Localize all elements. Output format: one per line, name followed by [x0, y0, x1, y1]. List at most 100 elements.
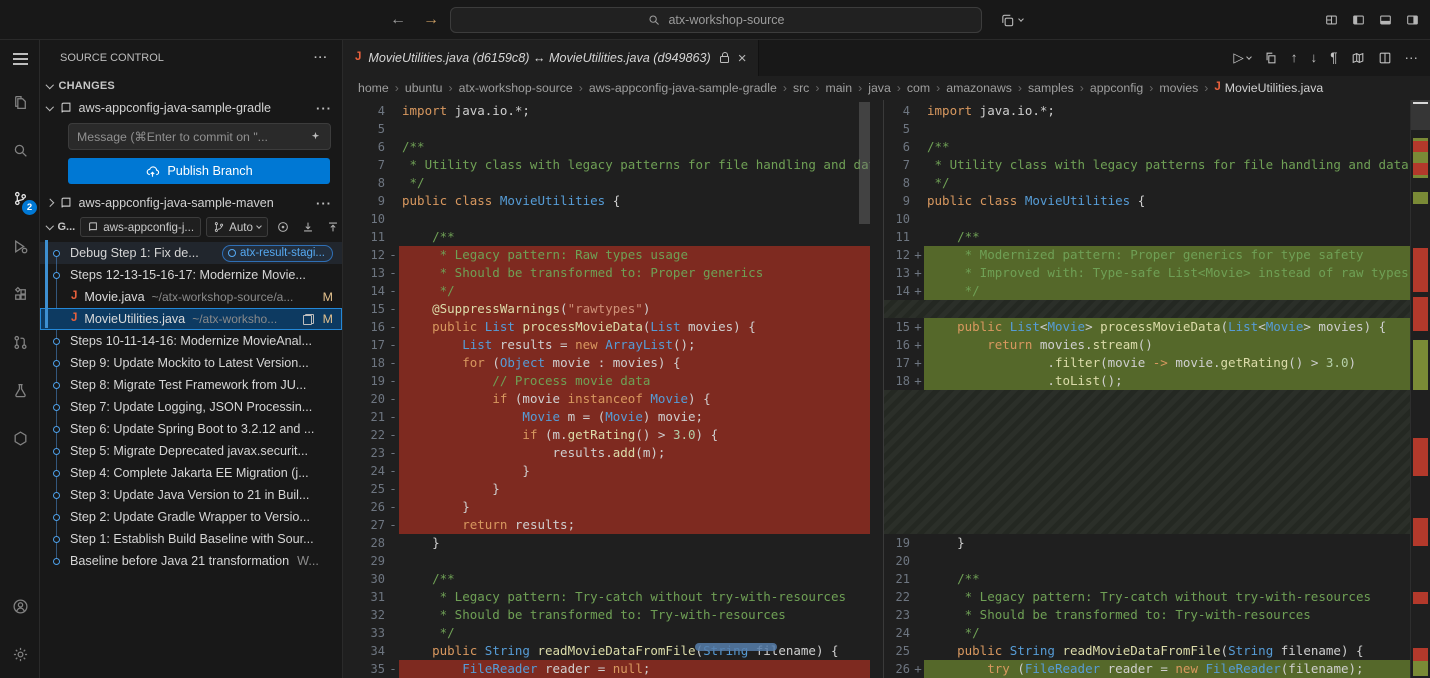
code-line[interactable]: 11 /** — [343, 228, 883, 246]
repo-row-gradle[interactable]: aws-appconfig-java-sample-gradle ··· — [40, 97, 342, 119]
aws-toolkit-button[interactable] — [0, 414, 40, 462]
code-line[interactable]: 5 — [343, 120, 883, 138]
code-line[interactable]: 6/** — [884, 138, 1430, 156]
code-line[interactable]: 13- * Should be transformed to: Proper g… — [343, 264, 883, 282]
code-line[interactable]: 19- // Process movie data — [343, 372, 883, 390]
split-editor-button[interactable] — [1378, 51, 1392, 65]
menu-button[interactable] — [0, 40, 40, 78]
chevron-down-icon[interactable] — [46, 222, 54, 230]
copilot-menu[interactable] — [1000, 0, 1023, 40]
code-line[interactable]: 16- public List processMovieData(List mo… — [343, 318, 883, 336]
code-line[interactable]: 13+ * Improved with: Type-safe List<Movi… — [884, 264, 1430, 282]
code-line[interactable]: 24- } — [343, 462, 883, 480]
code-line[interactable]: 16+ return movies.stream() — [884, 336, 1430, 354]
file-row[interactable]: JMovie.java~/atx-workshop-source/a...M — [40, 286, 342, 308]
commit-row[interactable]: Steps 12-13-15-16-17: Modernize Movie... — [40, 264, 342, 286]
close-tab-button[interactable]: × — [738, 51, 747, 66]
breadcrumb-item[interactable]: samples — [1028, 81, 1074, 95]
commit-row[interactable]: Steps 10-11-14-16: Modernize MovieAnal..… — [40, 330, 342, 352]
code-line[interactable]: 8 */ — [343, 174, 883, 192]
breadcrumb-item[interactable]: amazonaws — [946, 81, 1012, 95]
code-line[interactable]: 26+ try (FileReader reader = new FileRea… — [884, 660, 1430, 678]
repo-row-maven[interactable]: aws-appconfig-java-sample-maven ··· — [40, 192, 342, 214]
command-center[interactable]: atx-workshop-source — [450, 7, 982, 33]
code-line[interactable]: 7 * Utility class with legacy patterns f… — [343, 156, 883, 174]
explorer-button[interactable] — [0, 78, 40, 126]
breadcrumb-item[interactable]: movies — [1159, 81, 1198, 95]
diff-tab[interactable]: J MovieUtilities.java (d6159c8) ↔ MovieU… — [343, 40, 759, 76]
code-line[interactable]: 27- return results; — [343, 516, 883, 534]
code-line[interactable]: 15- @SuppressWarnings("rawtypes") — [343, 300, 883, 318]
commit-row[interactable]: Step 7: Update Logging, JSON Processin..… — [40, 396, 342, 418]
more-actions-button[interactable]: ··· — [1405, 51, 1419, 65]
code-line[interactable]: 11 /** — [884, 228, 1430, 246]
graph-auto-dropdown[interactable]: Auto — [206, 217, 268, 237]
code-line[interactable]: 15+ public List<Movie> processMovieData(… — [884, 318, 1430, 336]
code-line[interactable]: 9public class MovieUtilities { — [884, 192, 1430, 210]
toggle-primary-sidebar-button[interactable] — [1351, 13, 1366, 27]
code-line[interactable]: 23 * Should be transformed to: Try-with-… — [884, 606, 1430, 624]
map-icon[interactable] — [1351, 51, 1365, 65]
forward-icon[interactable]: → — [423, 12, 439, 28]
accounts-button[interactable] — [0, 582, 40, 630]
horizontal-scrollbar[interactable] — [695, 643, 777, 651]
commit-message-input[interactable]: Message (⌘Enter to commit on "... — [68, 123, 331, 150]
commit-row[interactable]: Step 3: Update Java Version to 21 in Bui… — [40, 484, 342, 506]
copy-icon[interactable] — [1264, 51, 1278, 65]
commit-row[interactable]: Step 8: Migrate Test Framework from JU..… — [40, 374, 342, 396]
whitespace-toggle-button[interactable]: ¶ — [1330, 51, 1337, 65]
testing-button[interactable] — [0, 366, 40, 414]
code-line[interactable]: 31 * Legacy pattern: Try-catch without t… — [343, 588, 883, 606]
code-line[interactable]: 10 — [343, 210, 883, 228]
changes-section-header[interactable]: CHANGES — [40, 75, 342, 97]
code-line[interactable]: 29 — [343, 552, 883, 570]
code-line[interactable]: 24 */ — [884, 624, 1430, 642]
code-line[interactable]: 10 — [884, 210, 1430, 228]
code-line[interactable]: 17- List results = new ArrayList(); — [343, 336, 883, 354]
vertical-scrollbar[interactable] — [859, 102, 870, 224]
code-line[interactable]: 7 * Utility class with legacy patterns f… — [884, 156, 1430, 174]
breadcrumb-item[interactable]: JMovieUtilities.java — [1214, 81, 1323, 95]
commit-row[interactable]: Step 2: Update Gradle Wrapper to Versio.… — [40, 506, 342, 528]
code-line[interactable]: 5 — [884, 120, 1430, 138]
code-line[interactable]: 17+ .filter(movie -> movie.getRating() >… — [884, 354, 1430, 372]
branch-ref-badge[interactable]: atx-result-stagi... — [222, 245, 333, 262]
code-line[interactable]: 19 } — [884, 534, 1430, 552]
code-line[interactable]: 14- */ — [343, 282, 883, 300]
code-line[interactable]: 4import java.io.*; — [343, 102, 883, 120]
code-line[interactable]: 34 public String readMovieDataFromFile(S… — [343, 642, 883, 660]
copy-path-icon[interactable] — [303, 314, 314, 325]
graph-repo-selector[interactable]: aws-appconfig-j... — [80, 217, 201, 237]
code-line[interactable]: 32 * Should be transformed to: Try-with-… — [343, 606, 883, 624]
overview-ruler[interactable] — [1410, 100, 1430, 678]
code-line[interactable]: 23- results.add(m); — [343, 444, 883, 462]
code-line[interactable]: 14+ */ — [884, 282, 1430, 300]
commit-row[interactable]: Step 4: Complete Jakarta EE Migration (j… — [40, 462, 342, 484]
code-line[interactable]: 8 */ — [884, 174, 1430, 192]
customize-layout-button[interactable] — [1324, 13, 1339, 27]
code-line[interactable]: 35- FileReader reader = null; — [343, 660, 883, 678]
code-line[interactable]: 12+ * Modernized pattern: Proper generic… — [884, 246, 1430, 264]
breadcrumb-item[interactable]: home — [358, 81, 389, 95]
extensions-button[interactable] — [0, 270, 40, 318]
code-line[interactable]: 18+ .toList(); — [884, 372, 1430, 390]
pull-requests-button[interactable] — [0, 318, 40, 366]
push-button[interactable] — [323, 217, 342, 237]
commit-row[interactable]: Step 5: Migrate Deprecated javax.securit… — [40, 440, 342, 462]
source-control-button[interactable]: 2 — [0, 174, 40, 222]
code-line[interactable]: 22- if (m.getRating() > 3.0) { — [343, 426, 883, 444]
previous-change-button[interactable]: ↑ — [1291, 51, 1298, 65]
code-line[interactable]: 9public class MovieUtilities { — [343, 192, 883, 210]
code-line[interactable]: 25 public String readMovieDataFromFile(S… — [884, 642, 1430, 660]
search-button[interactable] — [0, 126, 40, 174]
next-change-button[interactable]: ↓ — [1310, 51, 1317, 65]
commit-row[interactable]: Step 1: Establish Build Baseline with So… — [40, 528, 342, 550]
code-line[interactable]: 26- } — [343, 498, 883, 516]
code-line[interactable]: 33 */ — [343, 624, 883, 642]
publish-branch-button[interactable]: Publish Branch — [68, 158, 330, 184]
toggle-secondary-sidebar-button[interactable] — [1405, 13, 1420, 27]
code-line[interactable]: 21- Movie m = (Movie) movie; — [343, 408, 883, 426]
code-line[interactable]: 4import java.io.*; — [884, 102, 1430, 120]
breadcrumb-item[interactable]: com — [907, 81, 930, 95]
settings-button[interactable] — [0, 630, 40, 678]
